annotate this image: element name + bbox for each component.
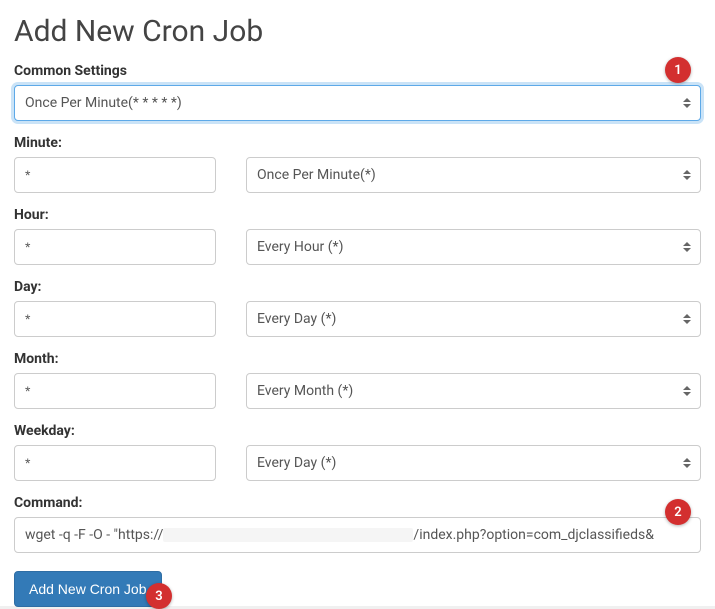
command-input[interactable]: wget -q -F -O - "https:// /index.php?opt… xyxy=(14,517,701,553)
command-suffix: /index.php?option=com_djclassifieds& xyxy=(413,527,654,543)
day-select-value: Every Day (*) xyxy=(257,311,336,327)
hour-select-value: Every Hour (*) xyxy=(257,239,343,255)
common-settings-select[interactable]: Once Per Minute(* * * * *) xyxy=(14,85,701,121)
day-group: Day: Every Day (*) xyxy=(14,279,701,337)
command-prefix: wget -q -F -O - "https:// xyxy=(25,527,163,543)
hour-label: Hour: xyxy=(14,207,701,223)
annotation-badge-3: 3 xyxy=(146,583,172,609)
add-cron-panel: Add New Cron Job Common Settings Once Pe… xyxy=(0,0,715,606)
page-title: Add New Cron Job xyxy=(14,14,701,49)
common-settings-value: Once Per Minute(* * * * *) xyxy=(25,95,182,111)
weekday-input[interactable] xyxy=(14,445,216,481)
day-select[interactable]: Every Day (*) xyxy=(246,301,701,337)
chevron-updown-icon xyxy=(682,455,692,471)
submit-wrap: Add New Cron Job 3 xyxy=(14,567,162,607)
chevron-updown-icon xyxy=(682,239,692,255)
month-label: Month: xyxy=(14,351,701,367)
weekday-select-value: Every Day (*) xyxy=(257,455,336,471)
annotation-badge-1: 1 xyxy=(665,57,691,83)
weekday-label: Weekday: xyxy=(14,423,701,439)
minute-group: Minute: Once Per Minute(*) xyxy=(14,135,701,193)
day-input[interactable] xyxy=(14,301,216,337)
day-label: Day: xyxy=(14,279,701,295)
month-select-value: Every Month (*) xyxy=(257,383,353,399)
common-settings-group: Common Settings Once Per Minute(* * * * … xyxy=(14,63,701,121)
minute-input[interactable] xyxy=(14,157,216,193)
chevron-updown-icon xyxy=(682,95,692,111)
add-cron-button[interactable]: Add New Cron Job xyxy=(14,571,162,607)
annotation-badge-2: 2 xyxy=(665,499,691,525)
command-label: Command: xyxy=(14,495,701,511)
minute-select-value: Once Per Minute(*) xyxy=(257,167,376,183)
redacted-segment xyxy=(163,528,413,542)
hour-input[interactable] xyxy=(14,229,216,265)
hour-group: Hour: Every Hour (*) xyxy=(14,207,701,265)
month-input[interactable] xyxy=(14,373,216,409)
minute-select[interactable]: Once Per Minute(*) xyxy=(246,157,701,193)
command-group: Command: wget -q -F -O - "https:// /inde… xyxy=(14,495,701,553)
minute-label: Minute: xyxy=(14,135,701,151)
month-group: Month: Every Month (*) xyxy=(14,351,701,409)
chevron-updown-icon xyxy=(682,167,692,183)
weekday-group: Weekday: Every Day (*) xyxy=(14,423,701,481)
chevron-updown-icon xyxy=(682,383,692,399)
hour-select[interactable]: Every Hour (*) xyxy=(246,229,701,265)
weekday-select[interactable]: Every Day (*) xyxy=(246,445,701,481)
chevron-updown-icon xyxy=(682,311,692,327)
month-select[interactable]: Every Month (*) xyxy=(246,373,701,409)
common-settings-label: Common Settings xyxy=(14,63,701,79)
